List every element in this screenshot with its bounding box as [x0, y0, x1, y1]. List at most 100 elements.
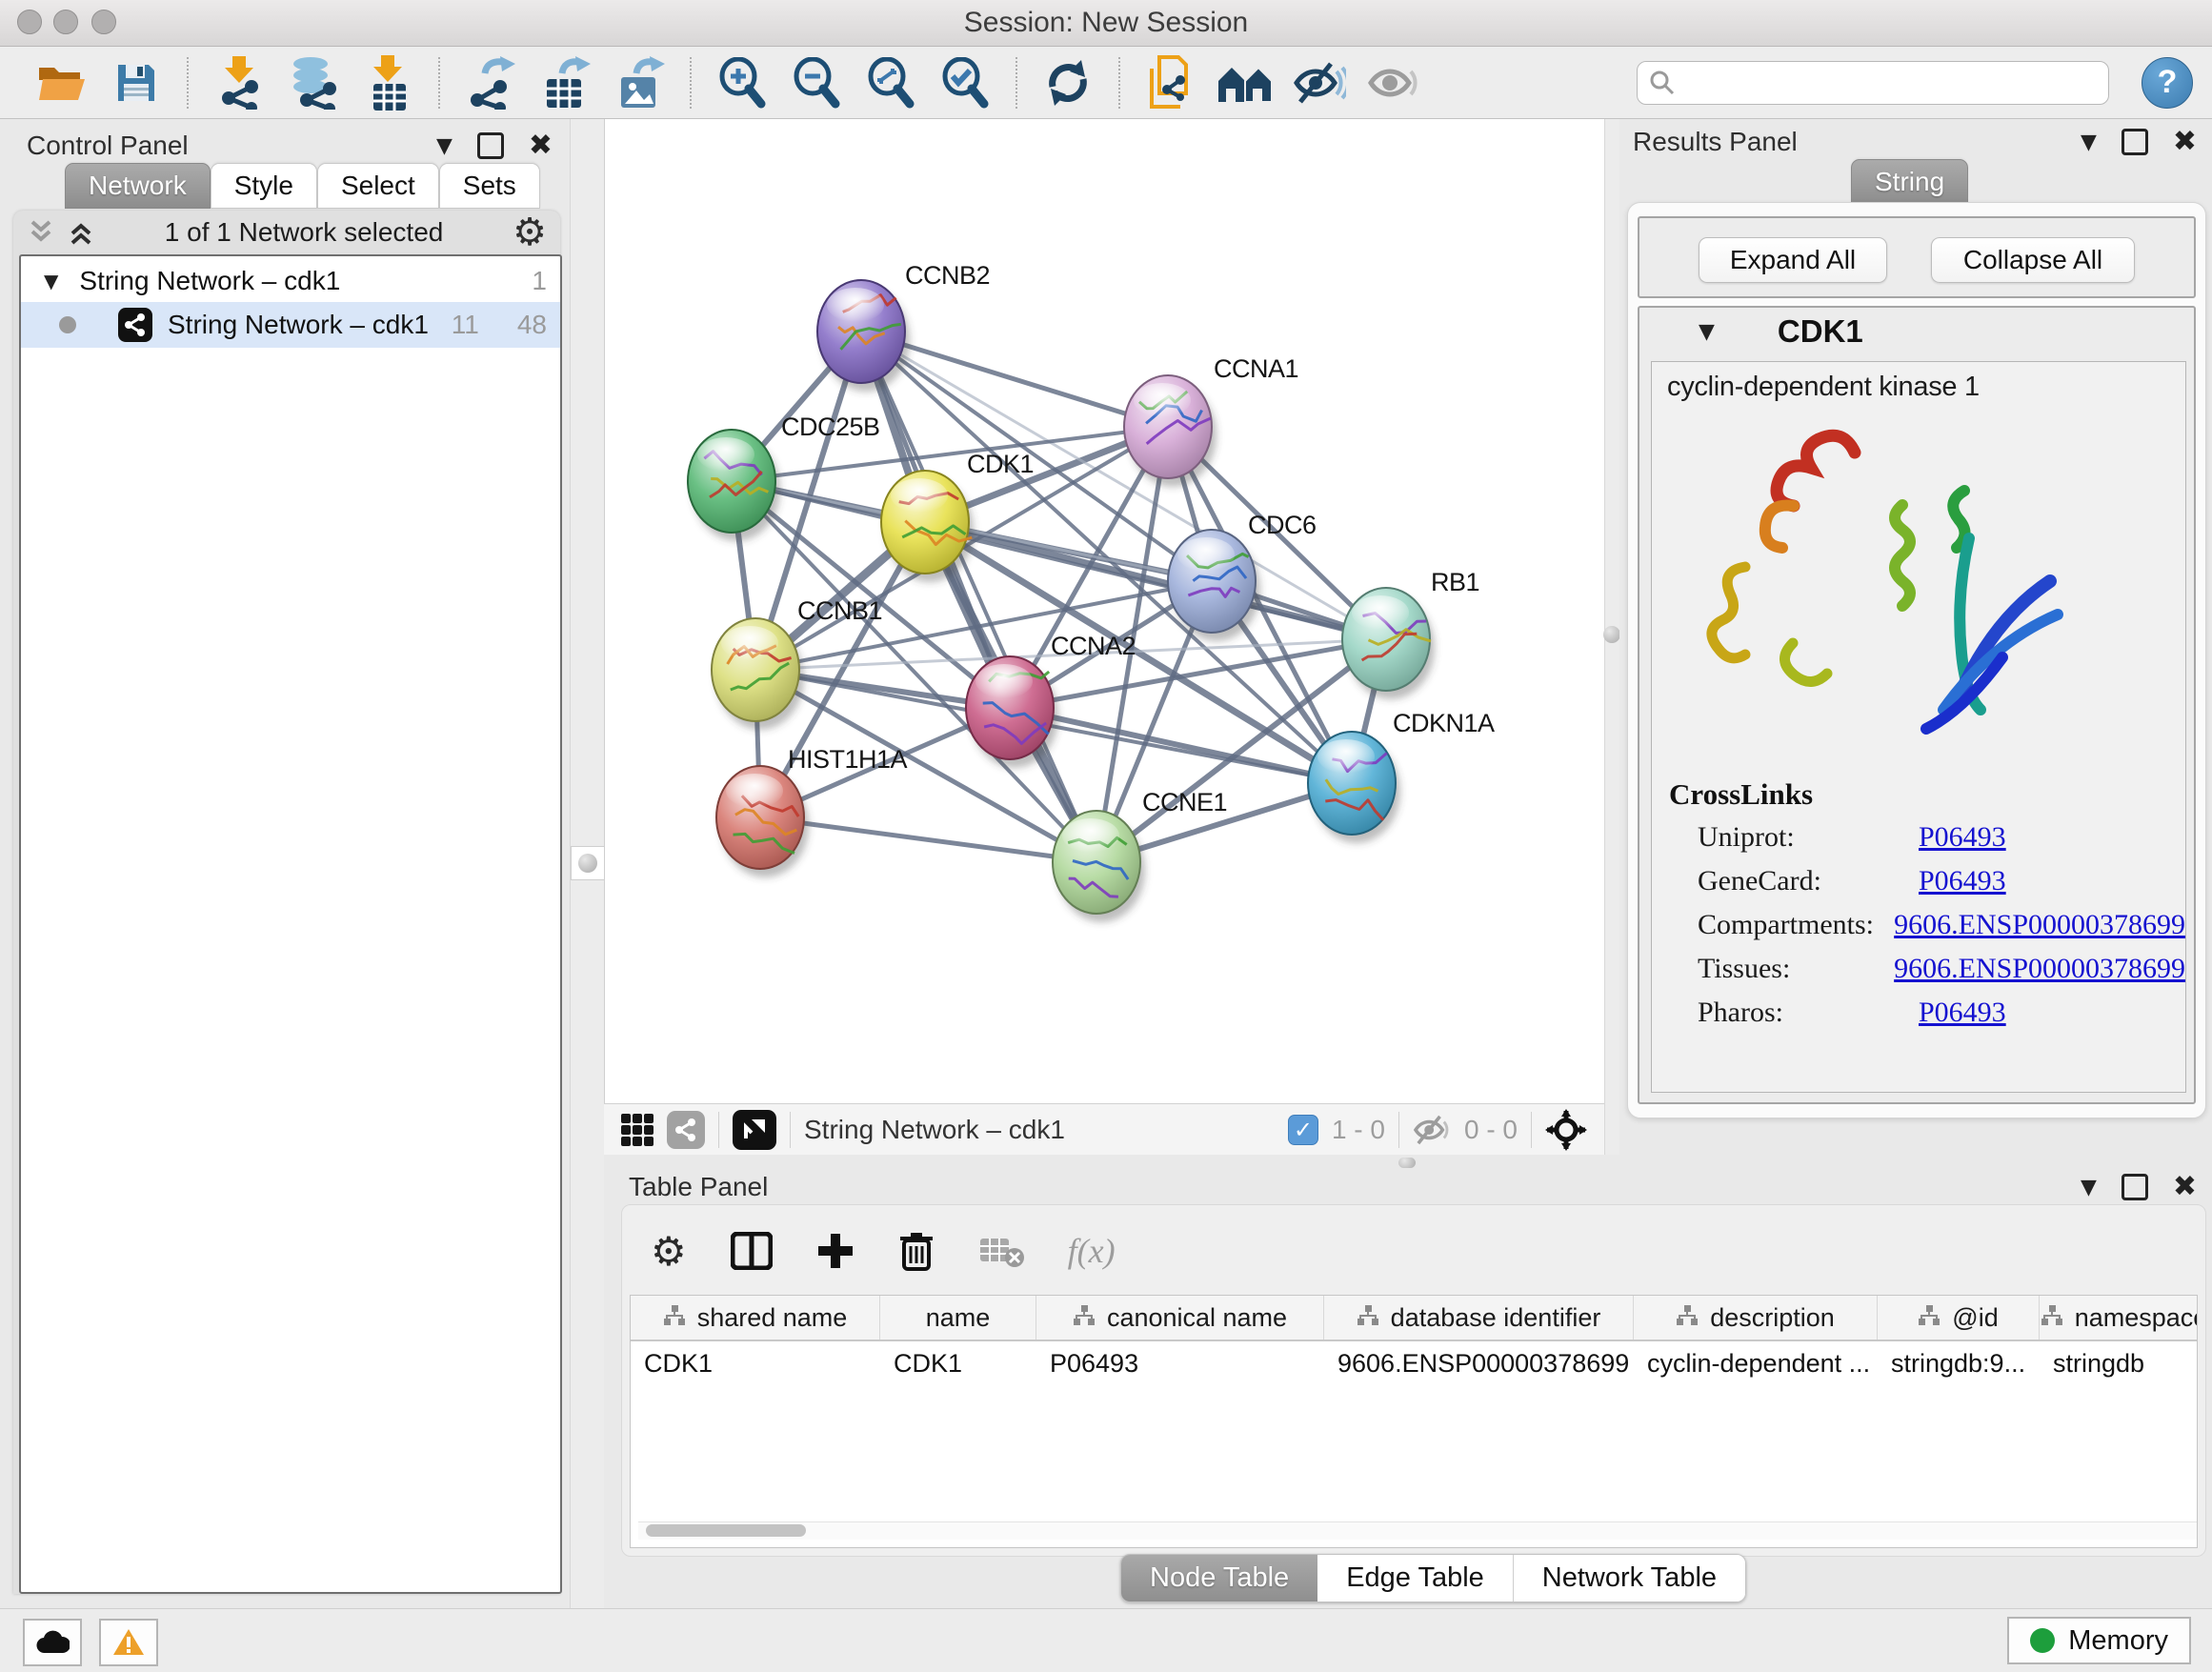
network-graph[interactable]: CCNB2CCNA1CDC25BCDK1CDC6RB1CCNB1CCNA2CDK… [605, 119, 1605, 1103]
table-cell[interactable]: CDK1 [631, 1341, 880, 1385]
float-panel-icon[interactable] [2122, 129, 2148, 155]
network-node-cdkn1a[interactable]: CDKN1A [1308, 709, 1495, 843]
tab-select[interactable]: Select [317, 163, 439, 209]
export-image-icon[interactable] [610, 54, 669, 111]
column-header[interactable]: description [1634, 1296, 1878, 1340]
column-header[interactable]: @id [1878, 1296, 2040, 1340]
warning-button[interactable] [99, 1619, 158, 1666]
memory-button[interactable]: Memory [2007, 1617, 2191, 1664]
apply-layout-icon[interactable] [1038, 54, 1097, 111]
network-node-ccnb1[interactable]: CCNB1 [712, 596, 882, 730]
import-network-database-icon[interactable] [284, 54, 343, 111]
search-field[interactable] [1637, 61, 2109, 105]
tab-string[interactable]: String [1851, 159, 1968, 205]
table-cell[interactable]: stringdb:9... [1878, 1341, 2040, 1385]
panel-menu-icon[interactable]: ▼ [2081, 1176, 2097, 1199]
create-column-icon[interactable] [816, 1232, 855, 1270]
table-cell[interactable]: CDK1 [880, 1341, 1036, 1385]
zoom-window-button[interactable] [91, 10, 116, 34]
network-node-ccne1[interactable]: CCNE1 [1053, 788, 1227, 922]
export-network-icon[interactable] [461, 54, 520, 111]
delete-column-icon[interactable] [898, 1231, 935, 1271]
panel-menu-icon[interactable]: ▼ [2081, 131, 2097, 154]
show-columns-icon[interactable] [731, 1232, 773, 1270]
column-header[interactable]: canonical name [1036, 1296, 1324, 1340]
horizontal-splitter-grip[interactable] [1398, 1158, 1416, 1168]
import-table-file-icon[interactable] [358, 54, 417, 111]
crosslink-link[interactable]: P06493 [1919, 865, 2006, 897]
search-input[interactable] [1676, 67, 2061, 98]
table-horizontal-scrollbar[interactable] [638, 1521, 2198, 1540]
network-edge[interactable] [760, 817, 1096, 862]
close-panel-icon[interactable]: ✖ [2173, 131, 2197, 152]
show-all-icon[interactable] [1364, 54, 1423, 111]
function-builder-icon[interactable]: f(x) [1068, 1231, 1116, 1271]
collapse-all-icon[interactable] [27, 218, 55, 247]
grid-view-icon[interactable] [621, 1114, 654, 1146]
scrollbar-thumb[interactable] [646, 1524, 806, 1537]
network-edge[interactable] [1010, 708, 1352, 783]
network-collection-row[interactable]: ▼ String Network – cdk1 1 [21, 256, 560, 302]
table-cell[interactable]: cyclin-dependent ... [1634, 1341, 1878, 1385]
network-row[interactable]: String Network – cdk1 11 48 [21, 302, 560, 348]
save-session-icon[interactable] [107, 54, 166, 111]
table-cell[interactable]: P06493 [1036, 1341, 1324, 1385]
hidden-eye-icon[interactable] [1413, 1114, 1451, 1146]
first-neighbors-icon[interactable] [1216, 54, 1275, 111]
crosslink-link[interactable]: P06493 [1919, 997, 2006, 1029]
gene-collapse-icon[interactable]: ▼ [1699, 320, 1715, 344]
network-node-rb1[interactable]: RB1 [1342, 568, 1479, 699]
left-splitter-grip[interactable] [571, 846, 605, 880]
float-panel-icon[interactable] [2122, 1174, 2148, 1200]
detach-view-icon[interactable] [733, 1110, 776, 1150]
tab-edge-table[interactable]: Edge Table [1317, 1555, 1514, 1601]
table-cell[interactable]: stringdb [2040, 1341, 2198, 1385]
tab-style[interactable]: Style [211, 163, 317, 209]
import-network-file-icon[interactable] [210, 54, 269, 111]
crosslink-link[interactable]: 9606.ENSP00000378699 [1894, 909, 2185, 941]
crosslink-link[interactable]: P06493 [1919, 821, 2006, 854]
close-panel-icon[interactable]: ✖ [529, 135, 553, 156]
column-header[interactable]: database identifier [1324, 1296, 1634, 1340]
right-splitter-grip[interactable] [1603, 626, 1620, 643]
float-panel-icon[interactable] [477, 132, 504, 159]
tab-network-table[interactable]: Network Table [1514, 1555, 1745, 1601]
zoom-out-icon[interactable] [787, 54, 846, 111]
tab-sets[interactable]: Sets [439, 163, 540, 209]
zoom-in-icon[interactable] [713, 54, 772, 111]
center-view-icon[interactable] [1545, 1109, 1587, 1151]
crosslink-link[interactable]: 9606.ENSP00000378699 [1894, 953, 2185, 985]
selected-checkbox-icon[interactable]: ✓ [1288, 1115, 1318, 1145]
expand-all-button[interactable]: Expand All [1699, 237, 1887, 283]
column-header[interactable]: shared name [631, 1296, 880, 1340]
minimize-window-button[interactable] [53, 10, 78, 34]
cloud-button[interactable] [23, 1619, 82, 1666]
table-row[interactable]: CDK1CDK1P064939606.ENSP00000378699cyclin… [631, 1341, 2197, 1385]
network-canvas[interactable]: CCNB2CCNA1CDC25BCDK1CDC6RB1CCNB1CCNA2CDK… [604, 119, 1605, 1103]
export-table-icon[interactable] [535, 54, 594, 111]
zoom-selected-icon[interactable] [935, 54, 995, 111]
hide-selected-icon[interactable] [1290, 54, 1349, 111]
delete-table-icon[interactable] [978, 1233, 1024, 1269]
tab-node-table[interactable]: Node Table [1121, 1555, 1317, 1601]
clone-network-icon[interactable] [1141, 54, 1200, 111]
network-edge[interactable] [861, 332, 1096, 862]
tab-network[interactable]: Network [65, 163, 211, 209]
panel-menu-icon[interactable]: ▼ [436, 134, 452, 158]
help-button[interactable]: ? [2142, 57, 2193, 109]
network-node-cdc6[interactable]: CDC6 [1168, 511, 1317, 641]
table-options-gear-icon[interactable]: ⚙ [651, 1228, 687, 1275]
close-panel-icon[interactable]: ✖ [2173, 1177, 2197, 1198]
close-window-button[interactable] [17, 10, 42, 34]
string-view-icon[interactable] [667, 1111, 705, 1149]
collection-collapse-icon[interactable]: ▼ [44, 270, 58, 292]
collapse-all-button[interactable]: Collapse All [1931, 237, 2135, 283]
expand-all-icon[interactable] [67, 218, 95, 247]
network-node-hist1h1a[interactable]: HIST1H1A [716, 745, 908, 877]
network-options-gear-icon[interactable]: ⚙ [513, 211, 547, 254]
column-header[interactable]: namespace [2040, 1296, 2198, 1340]
zoom-fit-icon[interactable] [861, 54, 920, 111]
open-file-icon[interactable] [32, 54, 91, 111]
table-cell[interactable]: 9606.ENSP00000378699 [1324, 1341, 1634, 1385]
column-header[interactable]: name [880, 1296, 1036, 1340]
